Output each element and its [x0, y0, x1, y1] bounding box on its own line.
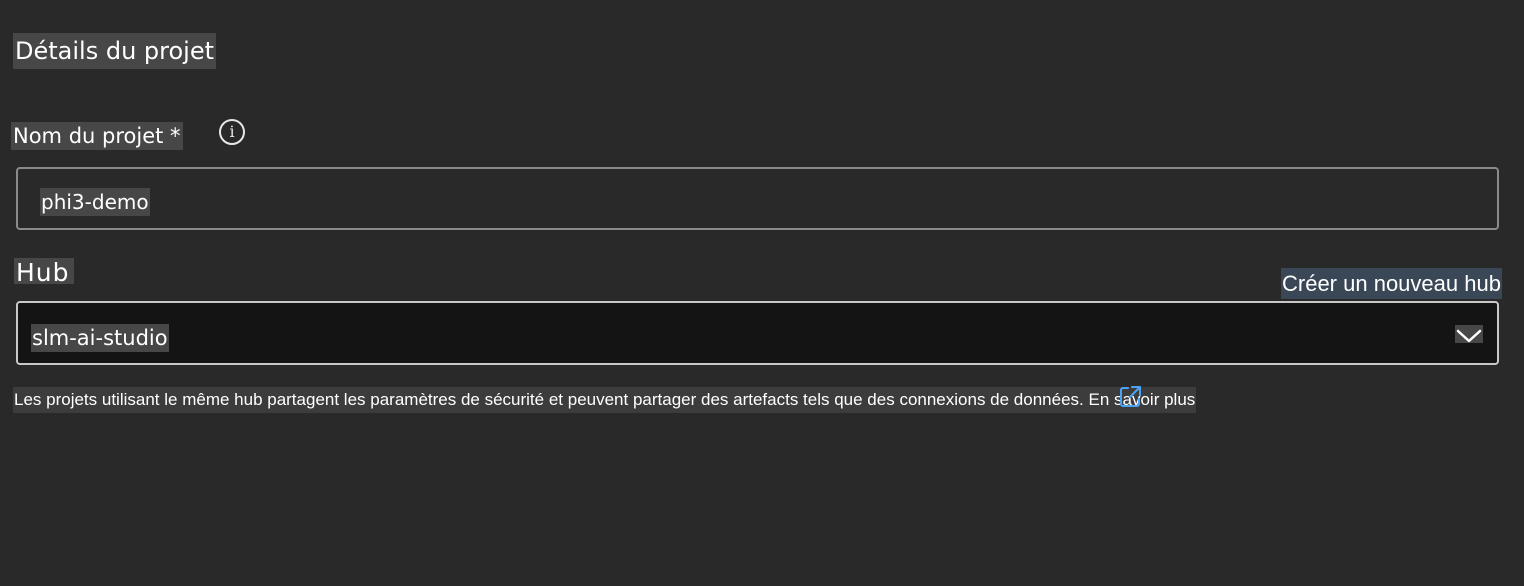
hub-label: Hub: [14, 258, 74, 284]
chevron-down-icon: [1455, 325, 1483, 343]
project-name-value: phi3-demo: [40, 188, 150, 216]
hub-select[interactable]: slm-ai-studio: [16, 301, 1499, 365]
create-hub-link[interactable]: Créer un nouveau hub: [1281, 268, 1502, 299]
info-icon[interactable]: i: [219, 119, 245, 145]
external-link-icon[interactable]: [1117, 384, 1143, 410]
hub-helper-description: Les projets utilisant le même hub partag…: [14, 390, 1084, 409]
hub-helper-text: Les projets utilisant le même hub partag…: [13, 387, 1197, 413]
section-title: Détails du projet: [13, 33, 217, 69]
hub-select-value: slm-ai-studio: [31, 324, 169, 352]
project-name-label: Nom du projet *: [11, 122, 183, 150]
project-name-field[interactable]: phi3-demo: [16, 167, 1499, 230]
